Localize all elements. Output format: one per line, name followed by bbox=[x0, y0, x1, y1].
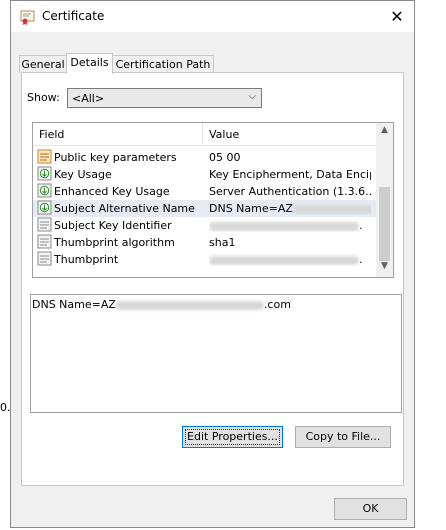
show-label: Show: bbox=[27, 91, 60, 104]
list-item[interactable]: Enhanced Key Usage Server Authentication… bbox=[33, 183, 376, 200]
tab-details-label: Details bbox=[70, 56, 109, 69]
chevron-down-icon: ⌵ bbox=[248, 91, 256, 102]
show-dropdown[interactable]: <All> ⌵ bbox=[67, 88, 262, 108]
field-document-icon bbox=[37, 234, 52, 249]
tab-general-label: General bbox=[21, 58, 65, 71]
list-item[interactable]: Subject Key Identifier . bbox=[33, 217, 376, 234]
field-document-icon bbox=[37, 251, 52, 266]
column-header-field[interactable]: Field bbox=[39, 128, 64, 141]
field-name: Public key parameters bbox=[54, 151, 177, 164]
redacted-text bbox=[209, 255, 359, 265]
certificate-dialog: Certificate ✕ General Details Certificat… bbox=[10, 0, 415, 528]
list-item[interactable]: Key Usage Key Encipherment, Data Encip..… bbox=[33, 166, 376, 183]
certificate-icon bbox=[20, 10, 35, 25]
field-document-icon bbox=[37, 217, 52, 232]
close-icon: ✕ bbox=[390, 7, 404, 26]
tab-certification-path-label: Certification Path bbox=[115, 58, 211, 71]
value-detail-box[interactable]: DNS Name=AZ .com bbox=[30, 294, 402, 413]
vertical-scrollbar[interactable]: ▲ ▼ bbox=[376, 123, 393, 277]
edit-properties-button[interactable]: Edit Properties... bbox=[182, 426, 283, 448]
scrollbar-thumb[interactable] bbox=[379, 187, 390, 261]
redacted-text bbox=[115, 300, 264, 310]
field-name: Enhanced Key Usage bbox=[54, 185, 170, 198]
field-properties-icon bbox=[37, 149, 52, 164]
field-name: Thumbprint bbox=[54, 253, 119, 266]
tab-certification-path[interactable]: Certification Path bbox=[112, 55, 214, 73]
tab-general[interactable]: General bbox=[19, 55, 67, 73]
title-bar: Certificate ✕ bbox=[11, 1, 414, 32]
redacted-text bbox=[292, 204, 371, 214]
field-value: sha1 bbox=[209, 236, 236, 249]
list-item[interactable]: Thumbprint algorithm sha1 bbox=[33, 234, 376, 251]
close-button[interactable]: ✕ bbox=[380, 1, 414, 32]
tab-details[interactable]: Details bbox=[66, 53, 113, 74]
field-value: . bbox=[209, 253, 371, 266]
window-title: Certificate bbox=[42, 9, 105, 23]
scroll-down-icon[interactable]: ▼ bbox=[376, 261, 393, 275]
scroll-up-icon[interactable]: ▲ bbox=[376, 125, 393, 139]
list-item[interactable]: Public key parameters 05 00 bbox=[33, 149, 376, 166]
show-dropdown-value: <All> bbox=[72, 92, 105, 105]
field-name: Thumbprint algorithm bbox=[54, 236, 175, 249]
copy-to-file-button[interactable]: Copy to File... bbox=[295, 426, 391, 448]
field-value: . bbox=[209, 219, 371, 232]
extension-download-icon bbox=[37, 166, 52, 181]
field-name: Subject Key Identifier bbox=[54, 219, 172, 232]
field-value: Server Authentication (1.3.6.... bbox=[209, 185, 371, 198]
field-value: Key Encipherment, Data Encip... bbox=[209, 168, 371, 181]
ok-button[interactable]: OK bbox=[334, 498, 407, 520]
fields-list[interactable]: Field Value Public key parameters 05 00 … bbox=[32, 122, 394, 278]
list-item-selected[interactable]: Subject Alternative Name DNS Name=AZ bbox=[33, 200, 376, 217]
column-divider[interactable] bbox=[202, 123, 203, 145]
field-name: Key Usage bbox=[54, 168, 112, 181]
field-value: 05 00 bbox=[209, 151, 241, 164]
extension-download-icon bbox=[37, 183, 52, 198]
list-header: Field Value bbox=[33, 123, 376, 146]
list-item[interactable]: Thumbprint . bbox=[33, 251, 376, 268]
background-window bbox=[0, 0, 10, 530]
field-value: DNS Name=AZ bbox=[209, 202, 371, 215]
column-header-value[interactable]: Value bbox=[209, 128, 239, 141]
field-name: Subject Alternative Name bbox=[54, 202, 195, 215]
extension-download-icon bbox=[37, 200, 52, 215]
redacted-text bbox=[209, 221, 359, 231]
value-detail-text: DNS Name=AZ .com bbox=[32, 298, 291, 311]
